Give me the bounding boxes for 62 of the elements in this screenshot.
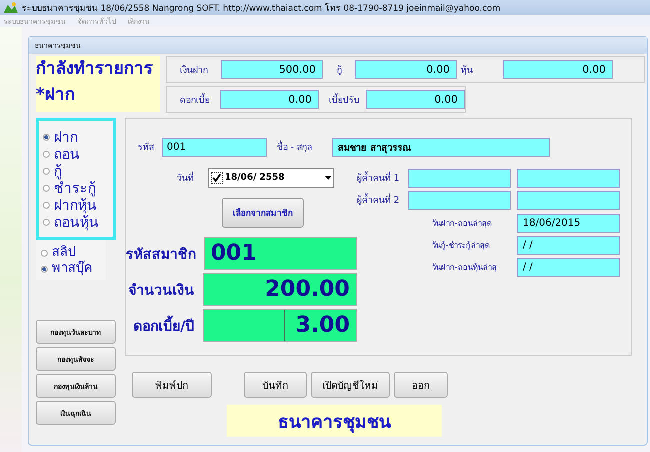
radio-label: ฝาก: [54, 130, 78, 146]
field-label: จำนวนเงิน: [128, 282, 196, 300]
radio-button[interactable]: [43, 168, 50, 175]
action-button[interactable]: ออก: [394, 372, 448, 398]
action-button[interactable]: พิมพ์ปก: [132, 372, 212, 398]
member-id-field[interactable]: 001: [162, 138, 267, 156]
action-button[interactable]: บันทึก: [244, 372, 307, 398]
checkbox[interactable]: [211, 172, 223, 184]
bank-name-banner: ธนาคารชุมชน: [227, 405, 442, 437]
window-title: ระบบธนาคารชุมชน 18/06/2558 Nangrong SOFT. http://www.thaiact.com โทร 08-1790-8719 joeinmail@yahoo.com: [22, 2, 501, 14]
summary-field: 0.00: [220, 90, 319, 109]
radio-label: สลิป: [52, 245, 76, 260]
radio-button[interactable]: [43, 219, 50, 226]
radio-label: ชำระกู้: [54, 180, 96, 196]
radio-label: กู้: [54, 164, 62, 180]
radio-label: พาสบุ๊ค: [52, 261, 93, 277]
field-label: รหัสสมาชิก: [126, 246, 197, 264]
date-field: / /: [517, 258, 620, 277]
amount-field[interactable]: 001: [204, 237, 357, 270]
summary-field: 0.00: [366, 90, 465, 109]
summary-field: 500.00: [221, 60, 323, 79]
radio-button[interactable]: [43, 134, 50, 141]
field-label: ชื่อ - สกุล: [277, 140, 332, 154]
radio-button[interactable]: [43, 151, 50, 158]
member-name-field[interactable]: สมชาย สาสุวรรณ: [332, 138, 550, 156]
summary-field: 0.00: [503, 60, 613, 79]
radio-button[interactable]: [43, 202, 50, 209]
field-label: วันที่: [126, 171, 208, 185]
field-label: ดอกเบี้ย/ปี: [126, 314, 203, 336]
amount-field[interactable]: 200.00: [202, 273, 357, 306]
field-label: ผู้ค้ำคนที่ 1: [357, 171, 408, 185]
guarantor-name-field[interactable]: [517, 190, 620, 210]
amount-field[interactable]: 3.00: [202, 309, 357, 342]
date-picker[interactable]: 18/06/ 2558: [208, 168, 334, 188]
date-field: / /: [517, 236, 620, 255]
field-label: เบี้ยปรับ: [328, 92, 361, 106]
date-field: 18/06/2015: [517, 214, 620, 233]
select-member-button[interactable]: เลือกจากสมาชิก: [222, 198, 304, 228]
app-icon: [4, 2, 18, 13]
field-label: วันฝาก-ถอนล่าสุด: [432, 218, 493, 230]
field-label: วันกู้-ชำระกู้ล่าสุด: [432, 240, 491, 252]
guarantor-id-field[interactable]: [408, 190, 511, 210]
field-label: กู้: [336, 64, 343, 76]
status-text: กำลังทำรายการ: [36, 58, 154, 81]
field-label: เงินฝาก: [179, 64, 209, 76]
radio-button[interactable]: [43, 185, 50, 192]
field-label: ผู้ค้ำคนที่ 2: [357, 193, 408, 207]
field-label: ดอกเบี้ย: [179, 92, 211, 106]
guarantor-id-field[interactable]: [408, 168, 511, 188]
action-button[interactable]: เปิดบัญชีใหม่: [311, 372, 390, 398]
radio-button[interactable]: [41, 266, 48, 272]
field-label: วันฝาก-ถอนหุ้นล่าสุ: [432, 262, 498, 274]
status-text: *ฝาก: [36, 84, 76, 107]
date-value: 18/06/ 2558: [225, 173, 286, 183]
radio-button[interactable]: [41, 250, 48, 256]
summary-field: 0.00: [355, 60, 457, 79]
radio-label: ฝากหุ้น: [54, 198, 97, 214]
radio-label: ถอน: [54, 146, 80, 162]
field-label: รหัส: [138, 142, 156, 154]
field-label: หุ้น: [460, 64, 474, 76]
guarantor-name-field[interactable]: [517, 168, 620, 188]
radio-label: ถอนหุ้น: [54, 214, 99, 230]
